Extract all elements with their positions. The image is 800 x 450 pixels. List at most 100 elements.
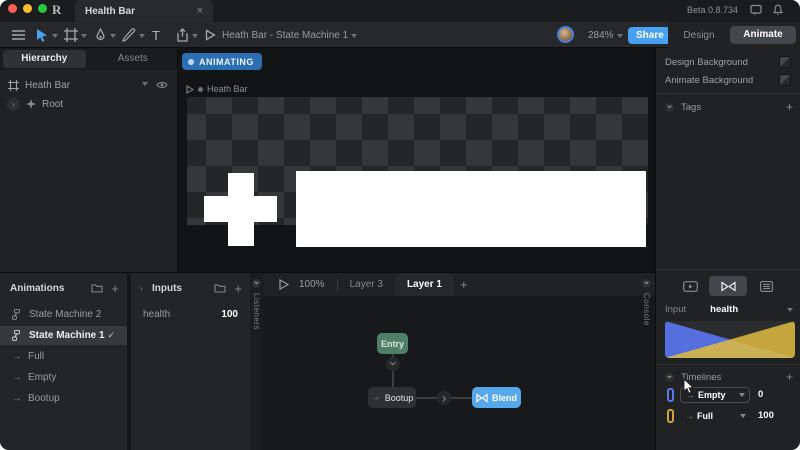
listeners-tab[interactable]: Listeners xyxy=(250,272,263,450)
node-icon xyxy=(26,99,36,109)
add-layer-button[interactable]: + xyxy=(460,277,468,292)
window-zoom-button[interactable] xyxy=(38,4,47,13)
background-swatch[interactable] xyxy=(779,56,791,68)
health-cross-shape[interactable] xyxy=(204,173,277,246)
breadcrumb[interactable]: Heath Bar - State Machine 1 xyxy=(222,22,358,48)
tab-design[interactable]: Design xyxy=(668,30,730,41)
play-icon xyxy=(186,84,194,94)
artboard[interactable] xyxy=(187,97,648,247)
expand-icon[interactable] xyxy=(252,279,261,288)
timeline-dropdown-full[interactable]: → Full xyxy=(680,408,750,424)
state-machine-icon xyxy=(12,309,22,320)
timeline-value[interactable]: 0 xyxy=(758,389,763,400)
tab-assets[interactable]: Assets xyxy=(89,48,177,70)
plus-icon[interactable]: + xyxy=(786,100,793,114)
timeline-arrow-icon: → xyxy=(12,372,22,383)
bell-icon[interactable] xyxy=(772,4,784,16)
tab-hierarchy[interactable]: Hierarchy xyxy=(3,50,86,68)
transition-arrow-icon[interactable] xyxy=(437,391,451,405)
artboard-tool-icon[interactable] xyxy=(64,22,87,48)
animation-item-state-machine-1[interactable]: State Machine 1 ✓ xyxy=(0,326,127,345)
graph-header: 100% Layer 3 Layer 1 + xyxy=(263,273,655,296)
timeline-arrow-icon: → xyxy=(12,351,22,362)
window-minimize-button[interactable] xyxy=(23,4,32,13)
hierarchy-row-artboard[interactable]: Heath Bar xyxy=(0,76,178,94)
bootup-node[interactable]: → Bootup xyxy=(368,387,416,408)
input-name: health xyxy=(143,309,171,320)
artboard-dot-icon xyxy=(198,86,203,92)
recording-dot-icon xyxy=(188,58,194,65)
console-tab[interactable]: Console xyxy=(640,275,653,345)
blend-node[interactable]: Blend xyxy=(472,387,521,408)
health-bar-shape[interactable] xyxy=(296,171,646,247)
tab-layer-3[interactable]: Layer 3 xyxy=(338,273,395,296)
transition-arrow-icon[interactable] xyxy=(386,357,400,371)
folder-icon[interactable] xyxy=(91,283,103,293)
menu-icon[interactable] xyxy=(12,22,25,48)
window-close-button[interactable] xyxy=(8,4,17,13)
visibility-icon[interactable] xyxy=(156,80,168,90)
export-icon[interactable] xyxy=(176,22,198,48)
timeline-arrow-icon: → xyxy=(370,392,381,403)
avatar[interactable] xyxy=(557,26,574,43)
play-icon[interactable] xyxy=(279,279,289,290)
state-machine-graph-panel[interactable]: 100% Layer 3 Layer 1 + Entry → Bootup Bl… xyxy=(263,272,655,450)
left-panel-tabs: Hierarchy Assets xyxy=(0,48,177,70)
disclosure-icon[interactable]: › xyxy=(136,283,147,294)
tab-layer-1[interactable]: Layer 1 xyxy=(394,273,454,296)
expand-icon[interactable]: › xyxy=(7,97,20,111)
chevron-down-icon xyxy=(787,307,793,315)
play-view-tab[interactable] xyxy=(671,276,709,296)
plus-icon[interactable]: + xyxy=(111,281,119,296)
disclosure-icon[interactable] xyxy=(665,372,674,382)
rive-editor-window: R Health Bar × Beta 0.8.734 T Heath Bar … xyxy=(0,0,800,450)
animate-background-row[interactable]: Animate Background xyxy=(656,72,800,88)
options-view-tab[interactable] xyxy=(747,276,785,296)
document-tab[interactable]: Health Bar × xyxy=(75,0,213,22)
animation-item-full[interactable]: → Full xyxy=(0,347,127,366)
animations-panel: Animations + State Machine 2 State Machi… xyxy=(0,272,129,450)
animating-badge: ANIMATING xyxy=(182,53,262,70)
input-value[interactable]: 100 xyxy=(221,309,238,320)
feedback-icon[interactable] xyxy=(750,4,762,16)
tab-animate[interactable]: Animate xyxy=(730,26,796,44)
background-swatch[interactable] xyxy=(779,74,791,86)
blend-view-tab[interactable] xyxy=(709,276,747,296)
chevron-down-icon[interactable] xyxy=(142,81,148,89)
timeline-arrow-icon: → xyxy=(12,393,22,404)
select-tool-icon[interactable] xyxy=(36,22,58,48)
play-icon[interactable] xyxy=(205,22,216,48)
text-tool-icon[interactable]: T xyxy=(152,22,160,48)
knife-tool-icon[interactable] xyxy=(122,22,145,48)
chevron-down-icon xyxy=(351,33,358,41)
entry-node[interactable]: Entry xyxy=(377,333,408,354)
blend-space-visualization[interactable] xyxy=(665,321,795,358)
artboard-label[interactable]: Heath Bar xyxy=(186,84,248,94)
animation-item-empty[interactable]: → Empty xyxy=(0,368,127,387)
pen-tool-icon[interactable] xyxy=(94,22,116,48)
chevron-down-icon xyxy=(739,393,745,400)
stage-canvas[interactable]: ANIMATING Heath Bar xyxy=(178,48,655,272)
blend-input-row[interactable]: Input health xyxy=(656,301,800,317)
hierarchy-row-root[interactable]: › Root xyxy=(0,95,178,113)
plus-icon[interactable]: + xyxy=(786,370,793,384)
disclosure-icon[interactable] xyxy=(665,102,674,112)
zoom-level-control[interactable]: 284% xyxy=(588,22,623,48)
design-background-row[interactable]: Design Background xyxy=(656,54,800,70)
toolbar: T Heath Bar - State Machine 1 284% Share… xyxy=(0,22,800,48)
plus-icon[interactable]: + xyxy=(234,281,242,296)
animation-item-bootup[interactable]: → Bootup xyxy=(0,389,127,408)
mode-switcher: Design Animate xyxy=(668,22,800,48)
timeline-value[interactable]: 100 xyxy=(758,410,774,421)
expand-icon[interactable] xyxy=(642,279,651,288)
chevron-down-icon xyxy=(192,33,198,41)
timeline-row-empty: → Empty 0 xyxy=(656,386,800,403)
close-icon[interactable]: × xyxy=(197,5,203,17)
folder-icon[interactable] xyxy=(214,283,226,293)
hierarchy-item-label: Root xyxy=(42,98,64,110)
rive-logo: R xyxy=(52,2,62,17)
input-row-health[interactable]: health 100 xyxy=(131,303,250,320)
animation-item-state-machine-2[interactable]: State Machine 2 xyxy=(0,305,127,324)
mouse-cursor xyxy=(683,378,695,395)
graph-zoom-level[interactable]: 100% xyxy=(299,279,325,290)
